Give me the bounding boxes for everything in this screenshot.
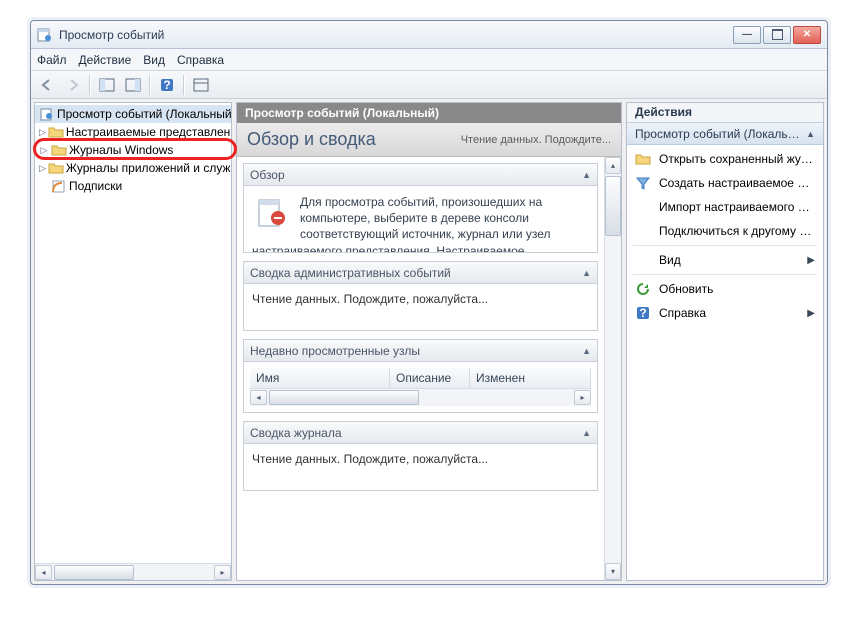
tree-hscrollbar[interactable]: ◂ ▸ [35, 563, 231, 580]
detail-header: Просмотр событий (Локальный) [237, 103, 621, 123]
expand-icon[interactable]: ▷ [39, 127, 46, 138]
col-desc[interactable]: Описание [390, 368, 470, 388]
detail-pane: Просмотр событий (Локальный) Обзор и сво… [236, 102, 622, 581]
menu-view[interactable]: Вид [143, 53, 165, 67]
actions-header: Действия [627, 103, 823, 123]
tree-pane: Просмотр событий (Локальный) ▷ Настраива… [34, 102, 232, 581]
close-button[interactable]: ✕ [793, 26, 821, 44]
svg-text:?: ? [639, 306, 646, 320]
app-icon [37, 27, 53, 43]
tree-item-windows-logs[interactable]: ▷ Журналы Windows [35, 141, 231, 159]
menubar: Файл Действие Вид Справка [31, 49, 827, 71]
collapse-icon: ▲ [582, 346, 591, 356]
help-icon: ? [635, 305, 651, 321]
minimize-button[interactable]: — [733, 26, 761, 44]
menu-help[interactable]: Справка [177, 53, 224, 67]
event-viewer-icon [39, 106, 55, 122]
actions-pane: Действия Просмотр событий (Локальный) ▲ … [626, 102, 824, 581]
tree-item-label: Подписки [69, 179, 122, 193]
expand-icon[interactable]: ▷ [39, 145, 49, 156]
collapse-icon: ▲ [806, 129, 815, 139]
blank-icon [635, 199, 651, 215]
action-open-saved-log[interactable]: Открыть сохраненный журнал... [627, 147, 823, 171]
tree-item-subscriptions[interactable]: Подписки [35, 177, 231, 195]
help-button[interactable]: ? [155, 74, 179, 96]
overview-header[interactable]: Обзор ▲ [244, 164, 597, 186]
detail-status: Чтение данных. Подождите... [461, 134, 611, 146]
tree-item-label: Журналы приложений и служб [66, 161, 231, 175]
tree-item-app-logs[interactable]: ▷ Журналы приложений и служб [35, 159, 231, 177]
collapse-icon: ▲ [582, 268, 591, 278]
refresh-icon [635, 281, 651, 297]
separator [633, 245, 817, 246]
recent-hscrollbar[interactable]: ◂ ▸ [250, 389, 591, 406]
overview-text: Для просмотра событий, произошедших на к… [252, 195, 551, 252]
action-refresh[interactable]: Обновить [627, 277, 823, 301]
loading-text: Чтение данных. Подождите, пожалуйста... [252, 452, 488, 466]
action-create-custom-view[interactable]: Создать настраиваемое представление... [627, 171, 823, 195]
separator [89, 75, 91, 95]
recent-table-header: Имя Описание Изменен [250, 368, 591, 389]
event-viewer-window: Просмотр событий — ✕ Файл Действие Вид С… [30, 20, 828, 585]
folder-icon [48, 160, 64, 176]
tree-root-label: Просмотр событий (Локальный) [57, 107, 231, 121]
folder-icon [51, 142, 67, 158]
recent-nodes-group: Недавно просмотренные узлы ▲ Имя Описани… [243, 339, 598, 413]
forward-button[interactable] [61, 74, 85, 96]
tree-root[interactable]: Просмотр событий (Локальный) [35, 105, 231, 123]
back-button[interactable] [35, 74, 59, 96]
log-summary-group: Сводка журнала ▲ Чтение данных. Подождит… [243, 421, 598, 491]
spacer [39, 181, 49, 191]
detail-vscrollbar[interactable]: ▴ ▾ [604, 157, 621, 580]
folder-open-icon [635, 151, 651, 167]
detail-subtitle: Обзор и сводка [247, 129, 449, 150]
actions-context[interactable]: Просмотр событий (Локальный) ▲ [627, 123, 823, 145]
action-help-submenu[interactable]: ? Справка ▶ [627, 301, 823, 325]
overview-group: Обзор ▲ Для просмотра событий, произошед… [243, 163, 598, 253]
col-modified[interactable]: Изменен [470, 368, 591, 388]
titlebar: Просмотр событий — ✕ [31, 21, 827, 49]
admin-summary-group: Сводка административных событий ▲ Чтение… [243, 261, 598, 331]
detail-subheader: Обзор и сводка Чтение данных. Подождите.… [237, 123, 621, 157]
blank-icon [635, 252, 651, 268]
submenu-arrow-icon: ▶ [807, 308, 815, 319]
submenu-arrow-icon: ▶ [807, 255, 815, 266]
separator [183, 75, 185, 95]
svg-text:?: ? [163, 78, 170, 92]
admin-summary-header[interactable]: Сводка административных событий ▲ [244, 262, 597, 284]
collapse-icon: ▲ [582, 170, 591, 180]
subscriptions-icon [51, 178, 67, 194]
blank-icon [635, 223, 651, 239]
expand-icon[interactable]: ▷ [39, 163, 46, 174]
separator [633, 274, 817, 275]
window-title: Просмотр событий [59, 28, 733, 42]
show-hide-tree-button[interactable] [95, 74, 119, 96]
tree-item-label: Настраиваемые представления [66, 125, 231, 139]
recent-nodes-header[interactable]: Недавно просмотренные узлы ▲ [244, 340, 597, 362]
loading-text: Чтение данных. Подождите, пожалуйста... [252, 292, 488, 306]
collapse-icon: ▲ [582, 428, 591, 438]
action-import-custom-view[interactable]: Импорт настраиваемого представления... [627, 195, 823, 219]
folder-icon [48, 124, 64, 140]
col-name[interactable]: Имя [250, 368, 390, 388]
action-view-submenu[interactable]: Вид ▶ [627, 248, 823, 272]
menu-action[interactable]: Действие [79, 53, 132, 67]
action-pane-button[interactable] [189, 74, 213, 96]
window-buttons: — ✕ [733, 26, 821, 44]
separator [149, 75, 151, 95]
toolbar: ? [31, 71, 827, 99]
filter-icon [635, 175, 651, 191]
properties-button[interactable] [121, 74, 145, 96]
log-summary-header[interactable]: Сводка журнала ▲ [244, 422, 597, 444]
tree-item-label: Журналы Windows [69, 143, 173, 157]
maximize-button[interactable] [763, 26, 791, 44]
tree-item-custom-views[interactable]: ▷ Настраиваемые представления [35, 123, 231, 141]
menu-file[interactable]: Файл [37, 53, 67, 67]
event-log-icon [256, 196, 288, 228]
action-connect-computer[interactable]: Подключиться к другому компьютеру... [627, 219, 823, 243]
